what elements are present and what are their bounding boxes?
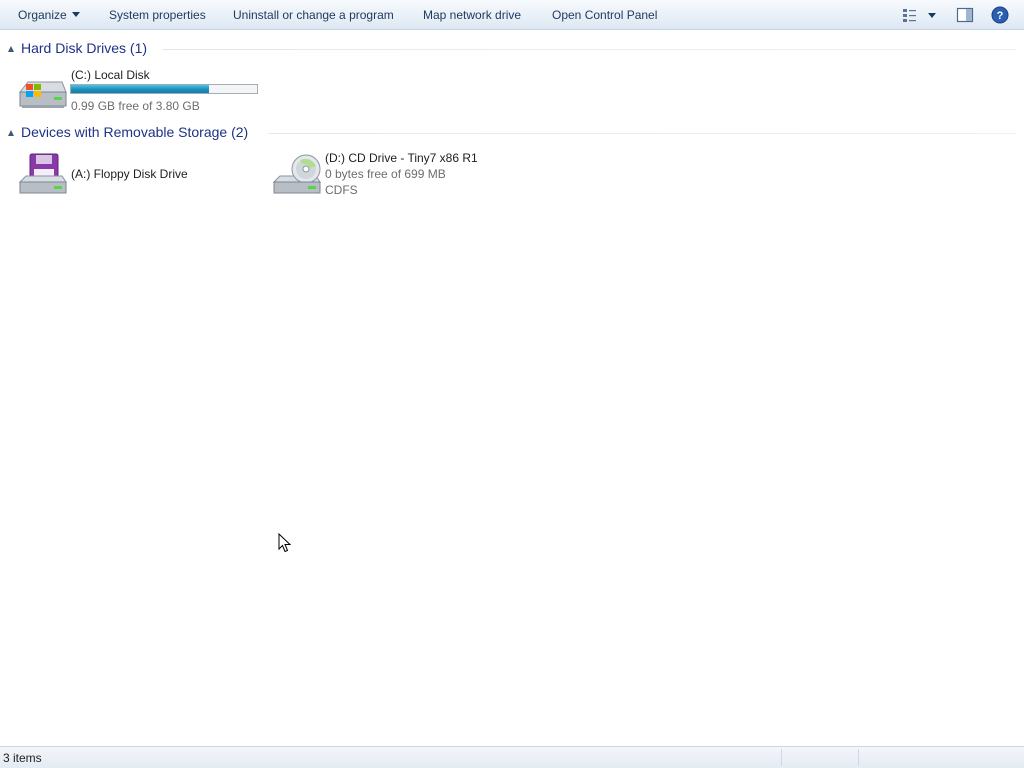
group-header-removable[interactable]: Devices with Removable Storage (2) (0, 124, 1024, 144)
item-count: 3 items (3, 751, 42, 765)
drive-name: (D:) CD Drive - Tiny7 x86 R1 (325, 151, 478, 165)
status-divider (781, 749, 782, 766)
group-divider (268, 133, 1016, 134)
cd-drive-icon (272, 154, 321, 194)
drive-filesystem: CDFS (325, 183, 358, 197)
drive-free-space: 0.99 GB free of 3.80 GB (71, 99, 200, 113)
drive-name: (C:) Local Disk (71, 68, 150, 82)
organize-label: Organize (18, 8, 67, 22)
map-network-drive-button[interactable]: Map network drive (423, 7, 521, 23)
preview-pane-icon[interactable] (956, 6, 974, 24)
group-title: Hard Disk Drives (1) (21, 40, 156, 56)
collapse-arrow-icon[interactable] (8, 46, 14, 52)
command-bar: Organize System properties Uninstall or … (0, 0, 1024, 30)
group-title: Devices with Removable Storage (2) (21, 124, 257, 140)
organize-button[interactable]: Organize (18, 7, 80, 23)
view-options-icon[interactable] (901, 6, 919, 24)
drive-name: (A:) Floppy Disk Drive (71, 167, 188, 181)
drive-d-cd[interactable]: (D:) CD Drive - Tiny7 x86 R1 0 bytes fre… (270, 151, 530, 200)
help-icon[interactable]: ? (991, 6, 1009, 24)
status-divider (858, 749, 859, 766)
capacity-bar-fill (71, 85, 209, 93)
group-divider (162, 49, 1016, 50)
drive-a-floppy[interactable]: (A:) Floppy Disk Drive (16, 152, 256, 200)
mouse-cursor-icon (278, 533, 291, 553)
view-dropdown-icon[interactable] (928, 13, 936, 18)
collapse-arrow-icon[interactable] (8, 130, 14, 136)
uninstall-program-button[interactable]: Uninstall or change a program (233, 7, 394, 23)
computer-window: Organize System properties Uninstall or … (0, 0, 1024, 768)
drive-c-local-disk[interactable]: (C:) Local Disk 0.99 GB free of 3.80 GB (16, 68, 276, 116)
local-disk-icon (18, 81, 67, 108)
svg-text:?: ? (997, 10, 1004, 22)
floppy-drive-icon (18, 153, 67, 194)
status-bar: 3 items (0, 746, 1024, 768)
group-header-hard-disks[interactable]: Hard Disk Drives (1) (0, 40, 1024, 60)
system-properties-button[interactable]: System properties (109, 7, 206, 23)
open-control-panel-button[interactable]: Open Control Panel (552, 7, 657, 23)
drive-free-space: 0 bytes free of 699 MB (325, 167, 446, 181)
capacity-bar (70, 84, 258, 94)
chevron-down-icon (71, 12, 80, 17)
